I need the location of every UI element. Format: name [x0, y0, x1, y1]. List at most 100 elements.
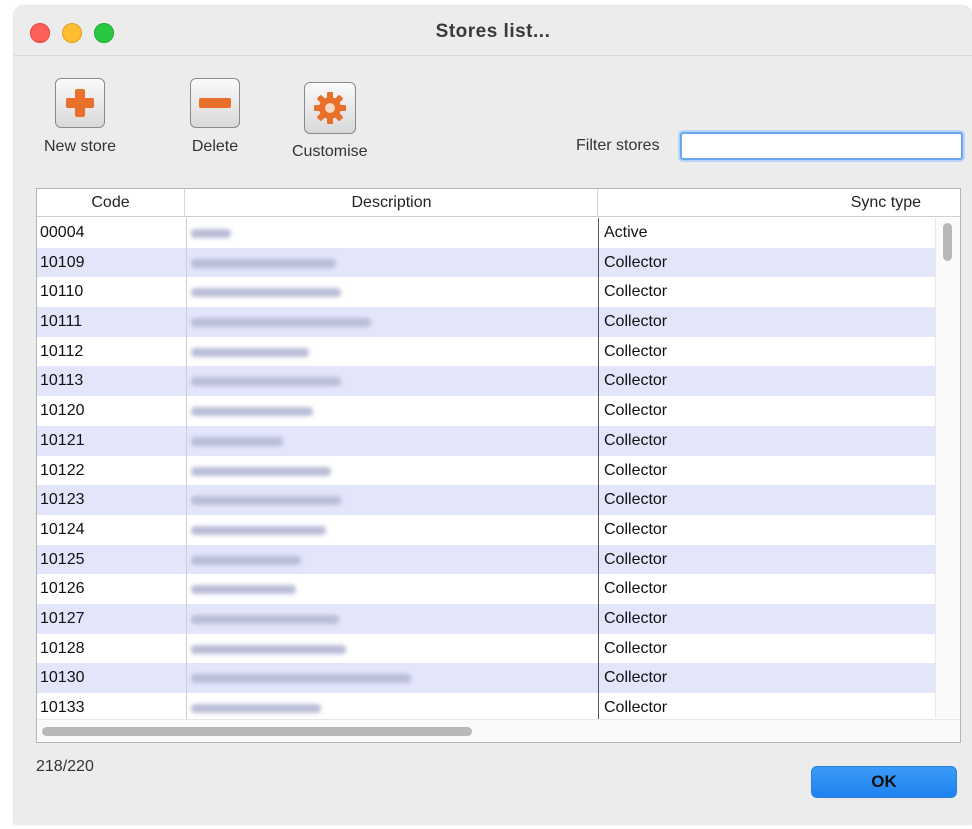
store-description-cell	[186, 307, 598, 337]
customise-button[interactable]	[303, 82, 356, 134]
sync-type-cell: Collector	[598, 425, 935, 456]
store-code-cell: 10109	[40, 253, 85, 271]
customise-label: Customise	[292, 143, 368, 160]
table-header: Code Description Sync type	[37, 189, 960, 217]
table-row[interactable]: 10110 Collector	[37, 277, 935, 308]
store-code-cell: 10121	[40, 431, 85, 449]
store-code-cell: 10122	[40, 461, 85, 479]
table-row[interactable]: 10128 Collector	[37, 633, 935, 664]
sync-type-cell: Collector	[598, 366, 935, 397]
store-code-cell: 10125	[40, 550, 85, 568]
title-bar: Stores list...	[14, 6, 972, 56]
table-row[interactable]: 10111 Collector	[37, 307, 935, 337]
store-code-cell: 10124	[40, 520, 85, 538]
store-code-cell: 10126	[40, 580, 85, 598]
sync-type-cell: Collector	[598, 455, 935, 486]
store-description-cell	[186, 544, 598, 575]
redacted-description	[191, 347, 309, 357]
filter-stores-label: Filter stores	[576, 137, 660, 154]
store-code-cell: 00004	[40, 224, 85, 241]
table-row[interactable]: 00004 Active	[37, 218, 935, 248]
store-description-cell	[186, 247, 598, 278]
redacted-description	[191, 585, 296, 595]
store-description-cell	[186, 218, 598, 248]
redacted-description	[191, 407, 313, 417]
redacted-description	[191, 288, 341, 298]
table-row[interactable]: 10125 Collector	[37, 544, 935, 575]
redacted-description	[191, 496, 341, 506]
store-code-cell: 10111	[40, 313, 83, 331]
store-description-cell	[186, 336, 598, 367]
stores-list-window: Stores list... New store Delete Customis…	[14, 6, 972, 824]
redacted-description	[191, 525, 326, 535]
filter-stores-input[interactable]	[680, 132, 963, 160]
sync-type-cell: Collector	[598, 247, 935, 278]
delete-label: Delete	[191, 138, 239, 155]
store-code-cell: 10120	[40, 402, 85, 420]
table-row[interactable]: 10130 Collector	[37, 663, 935, 693]
store-code-cell: 10110	[40, 283, 84, 301]
redacted-description	[191, 644, 346, 654]
new-store-tool[interactable]: New store	[44, 78, 116, 156]
store-description-cell	[186, 574, 598, 604]
store-code-cell: 10128	[40, 639, 85, 657]
store-description-cell	[186, 396, 598, 426]
store-description-cell	[186, 455, 598, 486]
sync-type-cell: Active	[598, 218, 935, 248]
record-count: 218/220	[36, 758, 94, 775]
table-row[interactable]: 10112 Collector	[37, 336, 935, 367]
table-row[interactable]: 10120 Collector	[37, 396, 935, 426]
stores-table: Code Description Sync type 00004 Active 10…	[36, 188, 961, 743]
redacted-description	[191, 436, 283, 446]
table-row[interactable]: 10113 Collector	[37, 366, 935, 397]
new-store-label: New store	[44, 138, 117, 155]
table-row[interactable]: 10127 Collector	[37, 603, 935, 634]
redacted-description	[191, 377, 341, 387]
table-row[interactable]: 10123 Collector	[37, 485, 935, 515]
table-row[interactable]: 10121 Collector	[37, 425, 935, 456]
store-description-cell	[186, 425, 598, 456]
redacted-description	[191, 614, 339, 624]
horizontal-scrollbar[interactable]	[37, 719, 960, 742]
store-description-cell	[186, 663, 598, 693]
store-description-cell	[186, 366, 598, 397]
column-header-code[interactable]: Code	[37, 189, 185, 217]
new-store-button[interactable]	[55, 78, 106, 128]
table-row[interactable]: 10124 Collector	[37, 514, 935, 545]
table-row[interactable]: 10122 Collector	[37, 455, 935, 486]
plus-icon	[66, 89, 95, 117]
vertical-scroll-thumb[interactable]	[943, 223, 952, 261]
sync-type-cell: Collector	[598, 277, 935, 308]
store-code-cell: 10112	[40, 342, 84, 360]
sync-type-cell: Collector	[598, 544, 935, 575]
customise-tool[interactable]: Customise	[292, 82, 368, 161]
sync-type-cell: Collector	[598, 307, 935, 337]
redacted-description	[191, 555, 301, 565]
sync-type-cell: Collector	[598, 514, 935, 545]
redacted-description	[191, 674, 411, 684]
sync-type-cell: Collector	[598, 485, 935, 515]
redacted-description	[191, 229, 231, 238]
column-header-description[interactable]: Description	[186, 189, 598, 217]
horizontal-scroll-thumb[interactable]	[42, 727, 472, 736]
gear-icon	[313, 92, 346, 124]
delete-tool[interactable]: Delete	[190, 78, 240, 156]
table-row[interactable]: 10126 Collector	[37, 574, 935, 604]
store-code-cell: 10113	[40, 372, 84, 390]
sync-type-cell: Collector	[598, 396, 935, 426]
delete-button[interactable]	[190, 78, 240, 128]
store-description-cell	[186, 514, 598, 545]
sync-type-cell: Collector	[598, 336, 935, 367]
store-code-cell: 10130	[40, 669, 85, 687]
table-row[interactable]: 10109 Collector	[37, 247, 935, 278]
redacted-description	[191, 704, 321, 713]
store-description-cell	[186, 277, 598, 308]
sync-type-cell: Collector	[598, 574, 935, 604]
vertical-scrollbar[interactable]	[935, 218, 960, 718]
store-code-cell: 10123	[40, 491, 85, 509]
ok-button[interactable]: OK	[811, 766, 957, 798]
minus-icon	[199, 98, 231, 108]
column-header-sync-type[interactable]: Sync type	[599, 189, 921, 217]
redacted-description	[191, 318, 371, 328]
store-description-cell	[186, 633, 598, 664]
